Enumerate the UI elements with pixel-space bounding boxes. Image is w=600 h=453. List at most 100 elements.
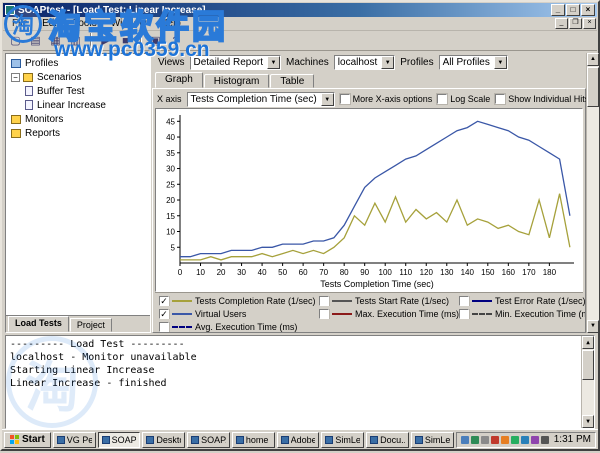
svg-text:180: 180 — [543, 268, 557, 277]
taskbar-button-0[interactable]: VG Pe... — [53, 432, 96, 448]
update-icon[interactable] — [521, 436, 529, 444]
tree-item-reports[interactable]: Reports — [6, 126, 150, 140]
menu-tools[interactable]: Tools — [66, 17, 103, 30]
display-icon[interactable] — [481, 436, 489, 444]
scroll-up-icon[interactable]: ▲ — [582, 336, 594, 349]
log-console[interactable]: --------- Load Test ---------localhost -… — [5, 335, 595, 429]
legend-checkbox[interactable] — [319, 296, 329, 306]
taskbar-button-3[interactable]: SOAP... — [187, 432, 230, 448]
svg-text:30: 30 — [237, 268, 246, 277]
start-label: Start — [22, 434, 45, 445]
legend-swatch — [332, 300, 352, 302]
save-icon[interactable]: ▦ — [46, 33, 65, 49]
report-icon[interactable]: ▣ — [146, 33, 165, 49]
tree-item-scenarios[interactable]: −Scenarios — [6, 70, 150, 84]
legend: ✓ Tests Completion Rate (1/sec) Tests Star… — [155, 292, 583, 332]
legend-checkbox[interactable] — [459, 296, 469, 306]
taskbar-button-7[interactable]: Docu... — [366, 432, 409, 448]
power-icon[interactable] — [531, 436, 539, 444]
views-select[interactable]: Detailed Report▼ — [190, 55, 281, 70]
scheduler-icon[interactable] — [501, 436, 509, 444]
legend-checkbox[interactable]: ✓ — [159, 296, 169, 306]
legend-checkbox[interactable] — [319, 309, 329, 319]
scroll-up-icon[interactable]: ▲ — [587, 53, 599, 66]
tab-graph[interactable]: Graph — [155, 72, 203, 88]
taskbar-button-5[interactable]: Adobe... — [277, 432, 320, 448]
start-button[interactable]: Start — [4, 432, 51, 448]
menu-help[interactable]: Help — [153, 17, 188, 30]
open-folder-icon[interactable]: ▤ — [26, 33, 45, 49]
close-button[interactable]: × — [581, 4, 595, 16]
more-x-axis-options-checkbox[interactable] — [340, 94, 350, 104]
tree-item-profiles[interactable]: Profiles — [6, 56, 150, 70]
antivirus-icon[interactable] — [491, 436, 499, 444]
run-icon[interactable]: ▶ — [96, 33, 115, 49]
mdi-close-button[interactable]: × — [583, 18, 596, 29]
legend-swatch — [172, 326, 192, 328]
window-icon — [281, 436, 289, 444]
taskbar-button-label: Adobe... — [291, 435, 316, 445]
window-icon — [236, 436, 244, 444]
scrollbar-thumb[interactable] — [587, 67, 599, 107]
tab-load-tests[interactable]: Load Tests — [8, 316, 69, 332]
stop-icon[interactable]: ■ — [116, 33, 135, 49]
mdi-restore-button[interactable]: ❐ — [569, 18, 582, 29]
taskbar-button-6[interactable]: SimLe... — [321, 432, 364, 448]
legend-checkbox[interactable] — [159, 322, 169, 332]
taskbar-button-2[interactable]: Desktop — [142, 432, 185, 448]
taskbar-button-label: VG Pe... — [67, 435, 92, 445]
scroll-down-icon[interactable]: ▼ — [582, 415, 594, 428]
report-scrollbar[interactable]: ▲ ▼ — [586, 53, 599, 333]
scroll-down-icon[interactable]: ▼ — [587, 320, 599, 333]
menu-file[interactable]: File — [5, 17, 35, 30]
volume-icon[interactable] — [461, 436, 469, 444]
chevron-down-icon[interactable]: ▼ — [494, 56, 507, 69]
taskbar-button-8[interactable]: SimLe... — [411, 432, 454, 448]
svg-text:10: 10 — [166, 228, 175, 237]
legend-checkbox[interactable]: ✓ — [159, 309, 169, 319]
window-icon — [102, 436, 110, 444]
minimize-button[interactable]: _ — [551, 4, 565, 16]
chart-canvas: 5101520253035404501020304050607080901001… — [156, 109, 582, 291]
tab-histogram[interactable]: Histogram — [204, 74, 270, 88]
log-scrollbar[interactable]: ▲ ▼ — [581, 336, 594, 428]
show-individual-hits-checkbox[interactable] — [495, 94, 505, 104]
scrollbar-thumb[interactable] — [582, 350, 594, 380]
new-file-icon[interactable]: ▢ — [6, 33, 25, 49]
tree-item-buffer-test[interactable]: Buffer Test — [6, 84, 150, 98]
messenger-icon[interactable] — [511, 436, 519, 444]
menu-edit[interactable]: Edit — [35, 17, 66, 30]
legend-checkbox[interactable] — [459, 309, 469, 319]
menu-window[interactable]: Window — [104, 17, 154, 30]
print-icon[interactable]: ▥ — [66, 33, 85, 49]
legend-label: Tests Start Rate (1/sec) — [355, 296, 449, 306]
chevron-down-icon[interactable]: ▼ — [321, 93, 334, 106]
taskbar-button-1[interactable]: SOAP... — [98, 432, 141, 448]
legend-item-max-execution-time-ms: Max. Execution Time (ms) — [319, 309, 459, 319]
tab-table[interactable]: Table — [270, 74, 314, 88]
tree-item-linear-increase[interactable]: Linear Increase — [6, 98, 150, 112]
svg-text:25: 25 — [166, 180, 175, 189]
chevron-down-icon[interactable]: ▼ — [267, 56, 280, 69]
profiles-select[interactable]: All Profiles▼ — [439, 55, 508, 70]
maximize-button[interactable]: □ — [566, 4, 580, 16]
system-tray: 1:31 PM — [456, 432, 596, 448]
tree-item-label: Buffer Test — [37, 86, 84, 97]
help-icon[interactable]: ? — [166, 33, 185, 49]
machines-select[interactable]: localhost▼ — [334, 55, 395, 70]
mdi-minimize-button[interactable]: _ — [555, 18, 568, 29]
network-icon[interactable] — [471, 436, 479, 444]
svg-text:100: 100 — [379, 268, 393, 277]
svg-text:130: 130 — [440, 268, 454, 277]
tree-item-monitors[interactable]: Monitors — [6, 112, 150, 126]
taskbar-button-4[interactable]: home — [232, 432, 275, 448]
show-individual-hits-option: Show Individual Hits — [495, 94, 589, 104]
window-icon — [146, 436, 154, 444]
legend-label: Tests Completion Rate (1/sec) — [195, 296, 316, 306]
log-scale-checkbox[interactable] — [437, 94, 447, 104]
xaxis-select[interactable]: Tests Completion Time (sec)▼ — [187, 92, 335, 107]
chevron-down-icon[interactable]: ▼ — [381, 56, 394, 69]
tab-project[interactable]: Project — [70, 318, 112, 332]
collapse-icon[interactable]: − — [11, 73, 20, 82]
clock-sync-icon[interactable] — [541, 436, 549, 444]
